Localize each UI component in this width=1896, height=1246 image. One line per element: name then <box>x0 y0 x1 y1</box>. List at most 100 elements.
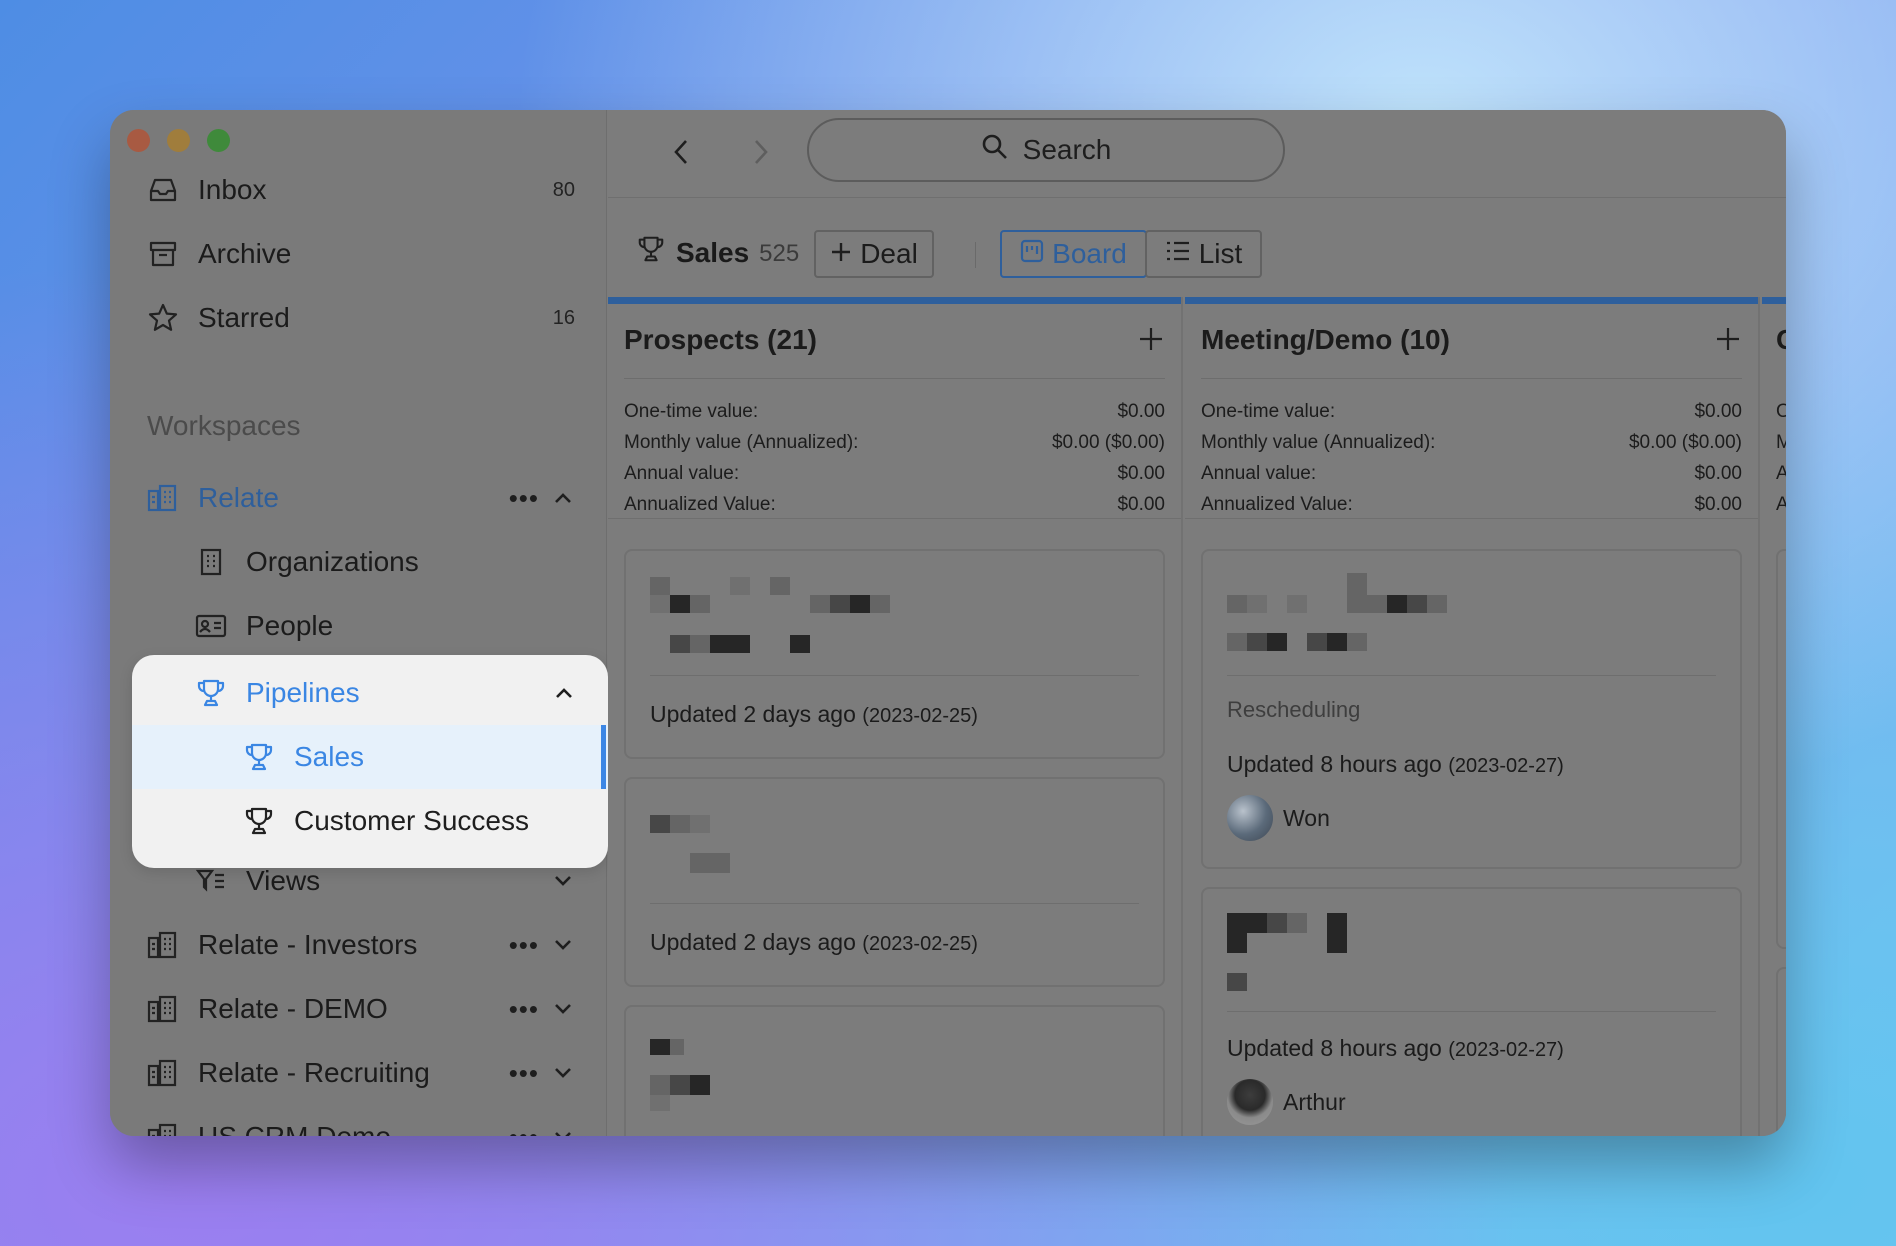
workspace-relate-demo[interactable]: Relate - DEMO ••• <box>110 981 607 1037</box>
window-controls <box>127 129 230 152</box>
deal-card[interactable]: Updated 8 hours ago (2023-02-27) Arthur <box>1201 887 1742 1136</box>
stat-value: $0.00 ($0.00) <box>1628 432 1742 453</box>
workspace-more-button[interactable]: ••• <box>509 994 539 1025</box>
back-button[interactable] <box>661 132 701 172</box>
sidebar-item-label: Customer Success <box>294 805 529 836</box>
chevron-up-icon[interactable] <box>554 683 574 703</box>
organization-icon <box>194 545 228 579</box>
workspace-relate-recruiting[interactable]: Relate - Recruiting ••• <box>110 1045 607 1101</box>
workspace-more-button[interactable]: ••• <box>509 1122 539 1137</box>
redacted-content <box>650 815 750 875</box>
divider <box>624 378 1165 379</box>
deal-owner: Won <box>1227 795 1330 841</box>
plus-icon <box>830 238 852 270</box>
zoom-window-button[interactable] <box>207 129 230 152</box>
updated-text: Updated 2 days ago (2023-02-25) <box>650 929 978 955</box>
sidebar-item-customer-success[interactable]: Customer Success <box>132 789 608 853</box>
deal-card[interactable] <box>1776 967 1786 1136</box>
star-icon <box>146 301 180 335</box>
workspace-label: Relate - Investors <box>198 929 418 960</box>
minimize-window-button[interactable] <box>167 129 190 152</box>
workspace-label: Relate - DEMO <box>198 993 388 1024</box>
divider <box>1227 675 1716 676</box>
avatar <box>1227 1079 1273 1125</box>
sidebar-item-starred[interactable]: Starred 16 <box>110 290 607 346</box>
deal-card[interactable]: Updated 2 days ago (2023-02-25) <box>624 549 1165 759</box>
stat-label: One-time value: <box>1201 401 1336 422</box>
chevron-down-icon[interactable] <box>553 935 573 955</box>
column-stats: O M A A <box>1776 401 1786 525</box>
add-card-button[interactable] <box>1137 325 1165 353</box>
stat-value: $0.00 ($0.00) <box>1051 432 1165 453</box>
stat-label: One-time value: <box>624 401 759 422</box>
pipeline-count: 525 <box>759 240 800 267</box>
sidebar-item-inbox[interactable]: Inbox 80 <box>110 162 607 218</box>
updated-text: Updated 2 days ago (2023-02-25) <box>650 701 978 727</box>
inbox-count: 80 <box>552 178 575 201</box>
add-card-button[interactable] <box>1714 325 1742 353</box>
archive-icon <box>146 237 180 271</box>
board-view-button[interactable]: Board <box>1000 230 1147 278</box>
close-window-button[interactable] <box>127 129 150 152</box>
chevron-down-icon[interactable] <box>553 1127 573 1136</box>
sidebar-item-organizations[interactable]: Organizations <box>110 534 607 590</box>
avatar <box>1227 795 1273 841</box>
stat-value: $0.00 <box>1117 463 1165 484</box>
chevron-down-icon[interactable] <box>553 871 573 891</box>
workspace-relate[interactable]: Relate ••• <box>110 470 607 526</box>
sidebar-item-pipelines[interactable]: Pipelines <box>132 661 608 725</box>
chevron-up-icon[interactable] <box>553 488 573 508</box>
stat-label: Annual value: <box>1201 463 1317 484</box>
redacted-content <box>650 577 890 653</box>
sidebar-item-people[interactable]: People <box>110 598 607 654</box>
building-icon <box>146 928 180 962</box>
stat-value: $0.00 <box>1117 494 1165 515</box>
trophy-icon <box>194 676 228 710</box>
deal-card[interactable]: Updated 2 days ago (2023-02-25) <box>624 777 1165 987</box>
workspace-label: Relate <box>198 482 279 513</box>
search-label: Search <box>1022 134 1112 165</box>
add-deal-button[interactable]: Deal <box>814 230 934 278</box>
workspace-more-button[interactable]: ••• <box>509 930 539 961</box>
stat-value: $0.00 <box>1694 401 1742 422</box>
deal-card[interactable] <box>624 1005 1165 1136</box>
stat-label: Annualized Value: <box>1201 494 1353 515</box>
stat-label: Annual value: <box>624 463 740 484</box>
stat-label: Monthly value (Annualized): <box>1201 432 1436 453</box>
starred-count: 16 <box>552 306 575 329</box>
add-deal-label: Deal <box>860 238 918 269</box>
divider <box>608 518 1181 519</box>
pipeline-name: Sales <box>676 236 750 268</box>
deal-card[interactable]: Rescheduling Updated 8 hours ago (2023-0… <box>1201 549 1742 869</box>
workspace-more-button[interactable]: ••• <box>509 483 539 514</box>
toolbar-divider <box>975 242 976 268</box>
search-input[interactable]: Search <box>807 118 1285 182</box>
forward-button[interactable] <box>741 132 781 172</box>
sidebar: Inbox 80 Archive Starred 16 Workspaces R… <box>110 110 608 1136</box>
column-accent-bar <box>1762 297 1786 304</box>
column-title: Prospects (21) <box>624 324 817 355</box>
app-window: Inbox 80 Archive Starred 16 Workspaces R… <box>110 110 1786 1136</box>
chevron-down-icon[interactable] <box>553 999 573 1019</box>
divider <box>1201 378 1742 379</box>
building-icon <box>146 1120 180 1136</box>
workspace-us-crm-demo[interactable]: US CRM Demo ••• <box>110 1109 607 1136</box>
sidebar-item-sales[interactable]: Sales <box>132 725 608 789</box>
redacted-content <box>1227 913 1367 993</box>
building-icon <box>146 481 180 515</box>
column-accent-bar <box>1185 297 1758 304</box>
workspace-more-button[interactable]: ••• <box>509 1058 539 1089</box>
chevron-down-icon[interactable] <box>553 1063 573 1083</box>
deal-card[interactable] <box>1776 549 1786 949</box>
redacted-content <box>650 1039 710 1119</box>
stat-label: A <box>1776 494 1786 515</box>
sidebar-item-archive[interactable]: Archive <box>110 226 607 282</box>
workspace-relate-investors[interactable]: Relate - Investors ••• <box>110 917 607 973</box>
sidebar-item-label: People <box>246 610 334 641</box>
updated-text: Updated 8 hours ago (2023-02-27) <box>1227 751 1564 777</box>
list-view-button[interactable]: List <box>1145 230 1262 278</box>
stat-value: $0.00 <box>1117 401 1165 422</box>
stat-label: O <box>1776 401 1786 422</box>
inbox-icon <box>146 173 180 207</box>
trophy-icon <box>242 804 276 838</box>
